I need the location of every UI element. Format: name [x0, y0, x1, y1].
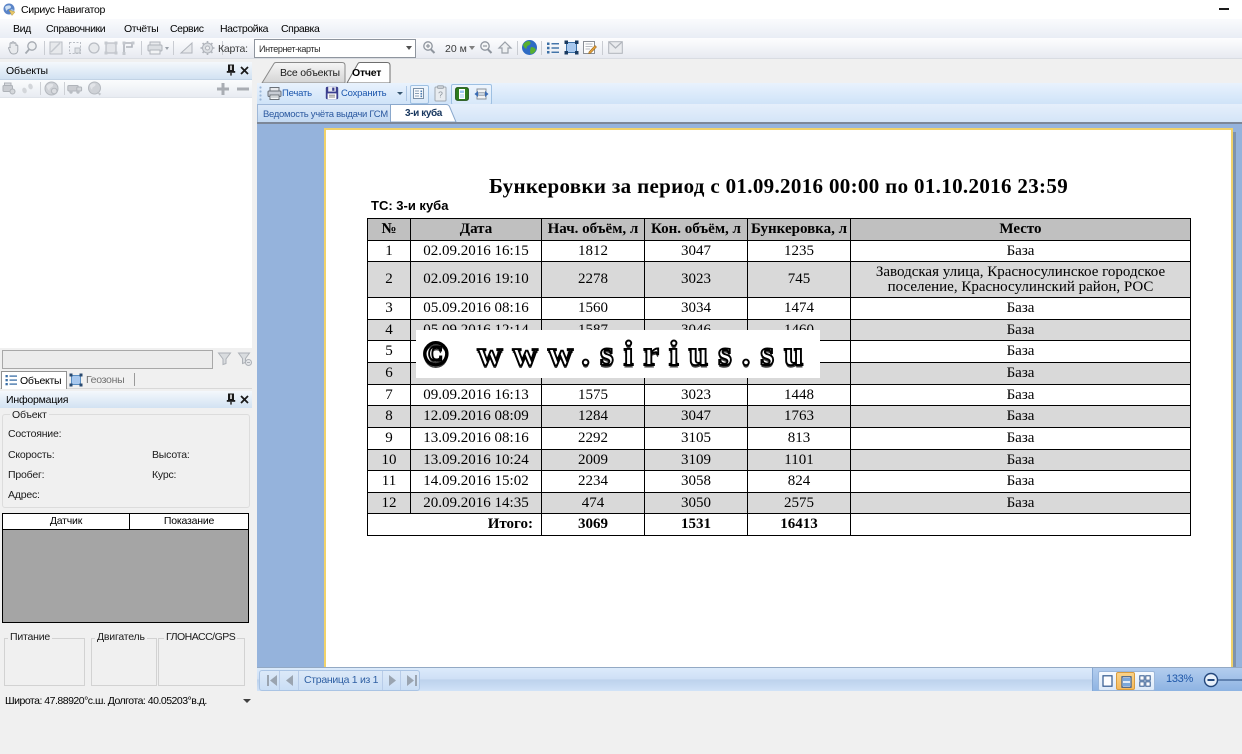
svg-text:?: ?	[438, 90, 443, 100]
